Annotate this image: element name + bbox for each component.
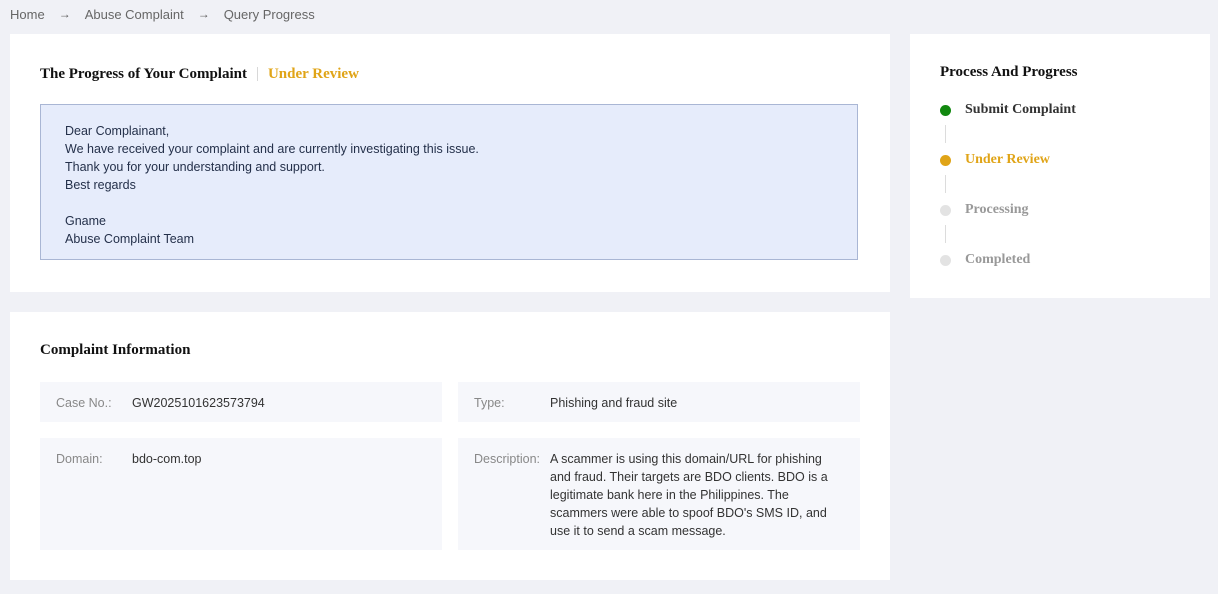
process-title: Process And Progress	[940, 64, 1078, 80]
process-progress-card: Process And Progress Submit Complaint Un…	[910, 34, 1210, 298]
message-line: Best regards	[65, 178, 136, 192]
step-label: Under Review	[965, 152, 1050, 167]
description-field: Description: A scammer is using this dom…	[458, 438, 860, 550]
status-badge: Under Review	[267, 65, 359, 82]
step-dot-icon	[940, 154, 951, 166]
breadcrumb-query-progress: Query Progress	[223, 6, 315, 22]
description-label: Description:	[474, 452, 540, 466]
domain-label: Domain:	[56, 452, 103, 466]
message-line: We have received your complaint and are …	[65, 142, 479, 156]
message-line: Dear Complainant,	[65, 124, 170, 138]
step-connector	[945, 225, 946, 243]
status-message-box: Dear Complainant, We have received your …	[40, 104, 858, 260]
step-label: Completed	[965, 252, 1031, 267]
message-line: Abuse Complaint Team	[65, 232, 195, 246]
arrow-right-icon: →	[197, 7, 210, 21]
step-connector	[945, 175, 946, 193]
breadcrumb-home[interactable]: Home	[10, 7, 45, 22]
title-divider	[256, 67, 258, 81]
progress-title: The Progress of Your Complaint	[40, 65, 247, 82]
domain-value: bdo-com.top	[132, 452, 202, 466]
type-label: Type:	[474, 396, 505, 410]
case-number-value: GW2025101623573794	[132, 396, 265, 410]
step-processing: Processing	[940, 200, 1029, 220]
breadcrumb-abuse-complaint[interactable]: Abuse Complaint	[85, 7, 184, 22]
message-line	[65, 194, 833, 212]
complaint-progress-card: The Progress of Your Complaint Under Rev…	[10, 34, 890, 292]
breadcrumb: Home → Abuse Complaint → Query Progress	[10, 5, 315, 23]
step-label: Processing	[965, 202, 1029, 217]
step-dot-icon	[940, 204, 951, 216]
case-number-field: Case No.: GW2025101623573794	[40, 382, 442, 422]
progress-title-row: The Progress of Your Complaint Under Rev…	[40, 64, 359, 84]
step-under-review: Under Review	[940, 150, 1050, 170]
type-field: Type: Phishing and fraud site	[458, 382, 860, 422]
step-connector	[945, 125, 946, 143]
domain-field: Domain: bdo-com.top	[40, 438, 442, 550]
step-label: Submit Complaint	[965, 102, 1076, 117]
step-submit-complaint: Submit Complaint	[940, 100, 1076, 120]
type-value: Phishing and fraud site	[550, 396, 678, 410]
complaint-information-card: Complaint Information Case No.: GW202510…	[10, 312, 890, 580]
message-line: Gname	[65, 214, 106, 228]
step-dot-icon	[940, 104, 951, 116]
description-value: A scammer is using this domain/URL for p…	[550, 452, 828, 538]
complaint-info-title: Complaint Information	[40, 342, 191, 358]
step-completed: Completed	[940, 250, 1030, 270]
message-line: Thank you for your understanding and sup…	[65, 160, 325, 174]
case-number-label: Case No.:	[56, 396, 112, 410]
arrow-right-icon: →	[58, 7, 71, 21]
step-dot-icon	[940, 254, 951, 266]
